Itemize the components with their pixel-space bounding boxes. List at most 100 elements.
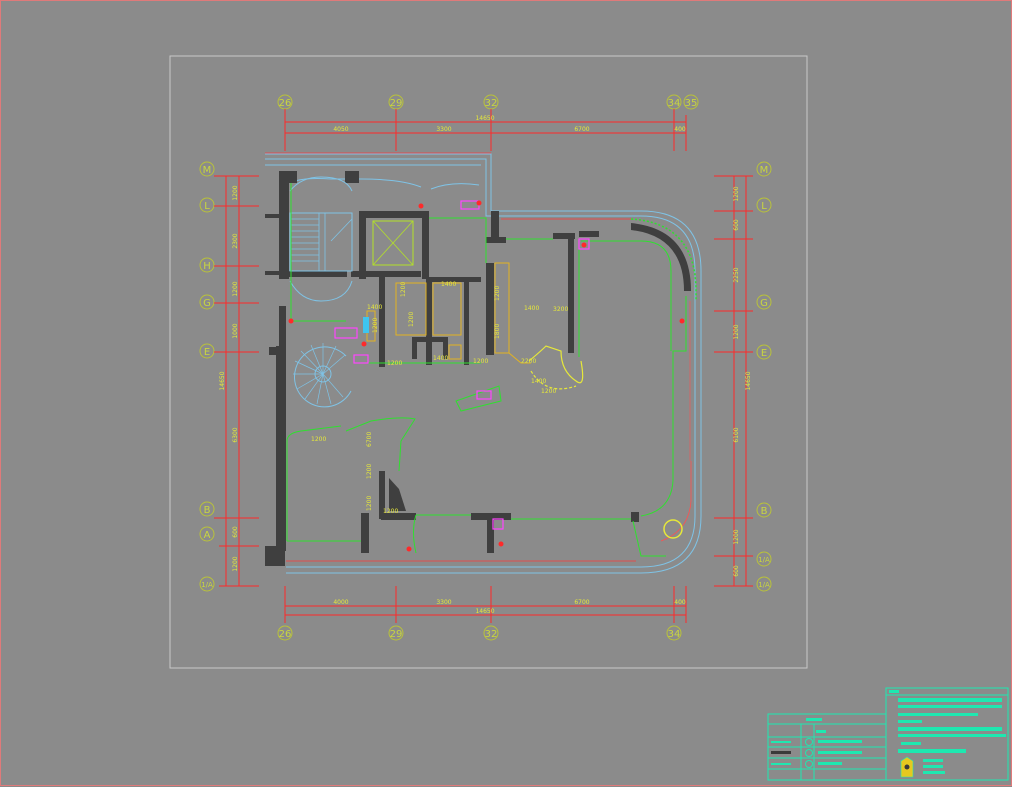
interior-label: 1800 [494,324,501,339]
dim-left-total: 14650 [219,371,226,390]
svg-text:34: 34 [668,629,681,640]
green-line [345,417,416,472]
dim-left-seg-7: 1200 [232,556,239,571]
axis-bubbles-bottom: 26 29 32 34 [277,625,682,641]
bottom-dimension-chain: 4000 3300 6700 400 14650 [284,586,687,623]
interior-label: 6700 [366,432,373,447]
interior-label: 1200 [408,312,415,327]
legend-title-bar [806,718,822,721]
magenta-fixture [492,518,504,530]
green-line [413,514,417,554]
wall-interior [426,277,432,365]
svg-text:G: G [760,298,768,309]
elevator-shaft [372,220,414,266]
axis-bubble-bottom-29: 29 [388,625,404,641]
dim-top-seg-4: 400 [674,126,686,133]
interior-label: 2200 [521,358,536,365]
wall-stub [265,271,283,275]
notes-title [889,690,899,693]
wall-core-left [359,211,366,279]
wall-interior [579,231,599,237]
interior-label: 1400 [433,355,448,362]
wall-interior [486,237,506,243]
axis-bubble-right-M: M [756,161,772,177]
wall-core-right [422,211,429,279]
dim-left-seg-5: 6300 [232,427,239,442]
wall-core-top [359,211,429,218]
svg-text:26: 26 [279,629,292,640]
magenta-fixture [476,390,492,400]
dim-left-seg-6: 600 [232,526,239,538]
axis-bubble-bottom-26: 26 [277,625,293,641]
wall-stair-bottom [287,271,347,277]
interior-label: 1400 [531,378,546,385]
axis-bubbles-top: 26 29 32 34 35 [277,94,699,115]
wall-left-upper [279,171,289,279]
left-dimension-chain: 1200 2300 1200 1000 6300 600 1200 14650 [219,175,259,587]
axis-bubble-bottom-32: 32 [483,625,499,641]
interior-label: 1200 [366,464,373,479]
axis-bubble-top-29: 29 [388,94,404,110]
wall-interior [491,211,499,237]
svg-text:B: B [204,505,211,516]
cad-viewport[interactable]: 14650 4050 3300 6700 400 4000 3300 6700 … [0,0,1012,786]
svg-text:26: 26 [279,98,292,109]
axis-bubble-right-G: G [756,294,772,310]
green-line [581,240,672,351]
yellow-fixture [448,344,462,360]
column [631,512,639,522]
green-line [429,217,487,263]
right-dimension-chain: 1200 600 2250 1200 6100 1200 600 14650 [714,175,753,587]
dim-left-seg-3: 1200 [232,281,239,296]
spiral-staircase [293,343,352,408]
axis-bubble-left-B: B [199,501,215,517]
dim-right-seg-7: 600 [733,565,740,577]
title-block-notes [885,687,1009,781]
dim-right-seg-1: 1200 [733,186,740,201]
svg-text:32: 32 [485,98,498,109]
interior-label: 1200 [387,360,402,367]
curtain-line-2 [430,183,480,190]
svg-text:L: L [204,201,210,212]
dim-bottom-seg-3: 6700 [574,599,589,606]
dim-left-seg-2: 2300 [232,233,239,248]
interior-label: 1200 [473,358,488,365]
svg-text:G: G [203,298,211,309]
interior-label: 1200 [372,318,379,333]
dim-left-seg-1: 1200 [232,185,239,200]
legend-symbol [805,738,813,746]
column [283,171,297,183]
wall-stub [269,347,283,355]
svg-text:M: M [203,165,212,176]
interior-label: 1400 [367,304,382,311]
dim-bottom-seg-4: 400 [674,599,686,606]
interior-label: 1400 [441,281,456,288]
axis-bubble-top-32: 32 [483,94,499,110]
magenta-fixture [334,327,358,339]
svg-text:L: L [761,201,767,212]
svg-text:29: 29 [390,629,403,640]
floor-plan-drawing[interactable]: 14650 4050 3300 6700 400 4000 3300 6700 … [1,1,1012,787]
legend-symbol [805,749,813,757]
svg-text:E: E [204,347,210,358]
wall-interior [568,233,574,353]
interior-dimension-labels: 1400 1200 1400 1200 1200 1200 1400 1200 … [311,281,568,515]
interior-label: 1200 [366,496,373,511]
axis-bubble-top-35: 35 [683,94,699,110]
dim-bottom-seg-2: 3300 [436,599,451,606]
stair-frame [289,212,353,272]
dim-right-seg-3: 2250 [733,267,740,282]
green-line [290,183,346,322]
axis-bubble-left-A: A [199,526,215,542]
interior-label: 1200 [494,286,501,301]
magenta-fixture [353,354,369,364]
green-line [286,425,342,541]
axis-bubble-left-G: G [199,294,215,310]
axis-bubble-left-L: L [199,197,215,213]
sheet-frame [169,55,808,669]
wall-slab [389,478,406,511]
legend-symbol [805,760,813,768]
dim-top-total: 14650 [475,115,494,122]
svg-text:M: M [760,165,769,176]
svg-text:1/A: 1/A [201,581,213,589]
